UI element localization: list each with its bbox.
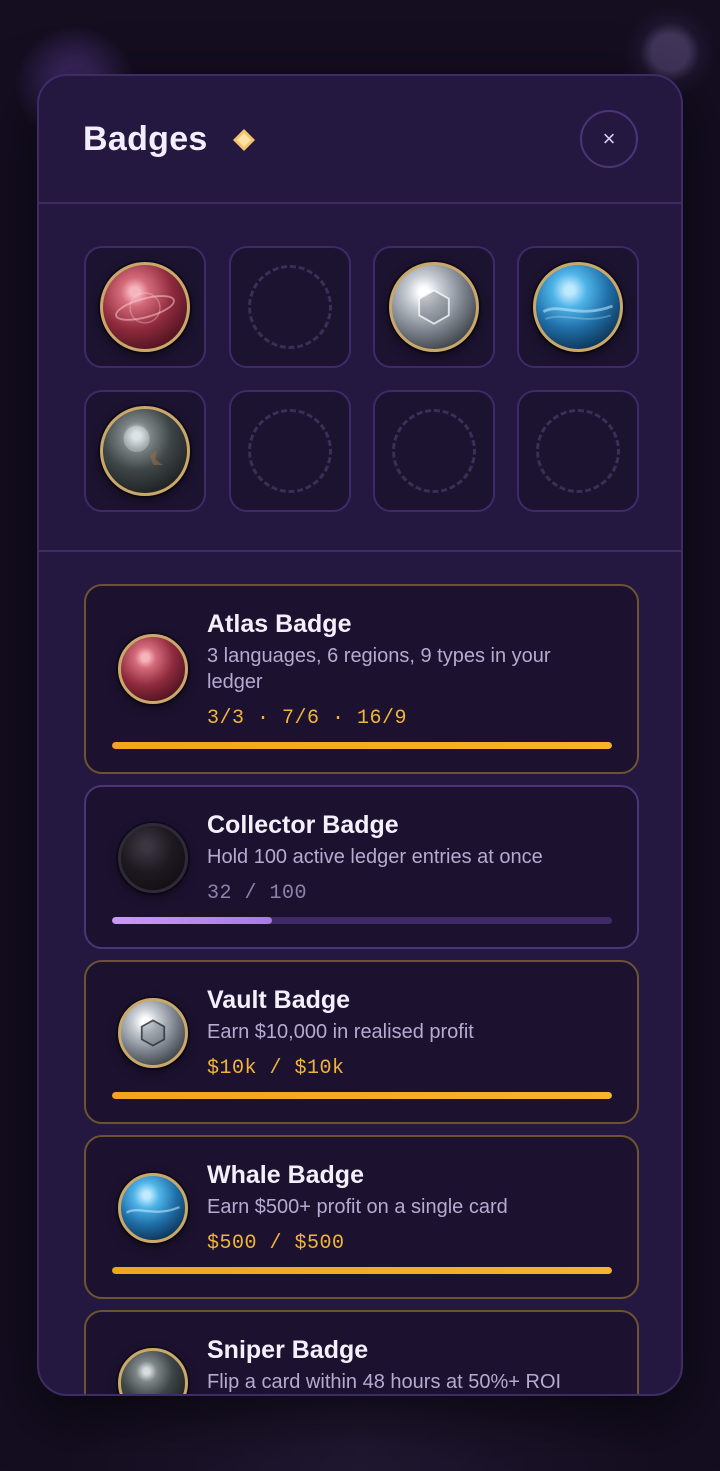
progress-bar	[112, 742, 612, 749]
badge-slot-empty	[229, 246, 351, 368]
diamond-icon	[233, 129, 255, 151]
badge-card-atlas[interactable]: Atlas Badge 3 languages, 6 regions, 9 ty…	[84, 584, 639, 774]
vault-badge-orb-icon	[389, 262, 479, 352]
badge-title: Sniper Badge	[207, 1336, 369, 1364]
empty-slot-icon	[248, 265, 332, 349]
progress-fill	[112, 1092, 612, 1099]
vault-badge-orb-icon	[118, 998, 188, 1068]
progress-fill	[112, 917, 272, 924]
badge-slot[interactable]	[517, 246, 639, 368]
badge-title: Collector Badge	[207, 811, 399, 839]
sniper-badge-orb-icon	[100, 406, 190, 496]
badge-card-vault[interactable]: Vault Badge Earn $10,000 in realised pro…	[84, 960, 639, 1124]
badge-card-whale[interactable]: Whale Badge Earn $500+ profit on a singl…	[84, 1135, 639, 1299]
badge-progress-text: 32 / 100	[207, 882, 308, 905]
collector-badge-orb-icon	[118, 823, 188, 893]
badge-description: Earn $10,000 in realised profit	[207, 1021, 474, 1043]
badge-title: Whale Badge	[207, 1161, 364, 1189]
whale-badge-orb-icon	[118, 1173, 188, 1243]
badge-progress-text: $500 / $500	[207, 1232, 345, 1255]
progress-bar	[112, 917, 612, 924]
badge-list: Atlas Badge 3 languages, 6 regions, 9 ty…	[39, 554, 681, 1394]
empty-slot-icon	[536, 409, 620, 493]
close-icon: ×	[602, 126, 616, 151]
progress-fill	[112, 742, 612, 749]
badge-slot-empty	[517, 390, 639, 512]
empty-slot-icon	[392, 409, 476, 493]
badge-description: 3 languages, 6 regions, 9 types in your …	[207, 645, 551, 693]
badge-card-sniper[interactable]: Sniper Badge Flip a card within 48 hours…	[84, 1310, 639, 1394]
badge-description: Earn $500+ profit on a single card	[207, 1196, 508, 1218]
atlas-badge-orb-icon	[100, 262, 190, 352]
modal-header: Badges ×	[39, 76, 681, 204]
badge-title: Vault Badge	[207, 986, 351, 1014]
badge-description: Flip a card within 48 hours at 50%+ ROI	[207, 1371, 562, 1393]
atlas-badge-orb-icon	[118, 634, 188, 704]
sniper-badge-orb-icon	[118, 1348, 188, 1394]
modal-title: Badges	[83, 120, 208, 158]
badge-progress-text: 3/3 · 7/6 · 16/9	[207, 707, 408, 730]
badge-progress-text: $10k / $10k	[207, 1057, 345, 1080]
close-button[interactable]: ×	[580, 110, 638, 168]
badge-grid	[39, 206, 681, 552]
whale-badge-orb-icon	[533, 262, 623, 352]
badge-slot[interactable]	[373, 246, 495, 368]
progress-bar	[112, 1267, 612, 1274]
progress-fill	[112, 1267, 612, 1274]
badge-slot-empty	[229, 390, 351, 512]
badge-description: Hold 100 active ledger entries at once	[207, 846, 543, 868]
empty-slot-icon	[248, 409, 332, 493]
badges-modal: Badges × Atlas Badge 3 languages, 6 regi…	[37, 74, 683, 1396]
progress-bar	[112, 1092, 612, 1099]
badge-slot-empty	[373, 390, 495, 512]
badge-title: Atlas Badge	[207, 610, 352, 638]
badge-card-collector[interactable]: Collector Badge Hold 100 active ledger e…	[84, 785, 639, 949]
badge-slot[interactable]	[84, 390, 206, 512]
badge-slot[interactable]	[84, 246, 206, 368]
